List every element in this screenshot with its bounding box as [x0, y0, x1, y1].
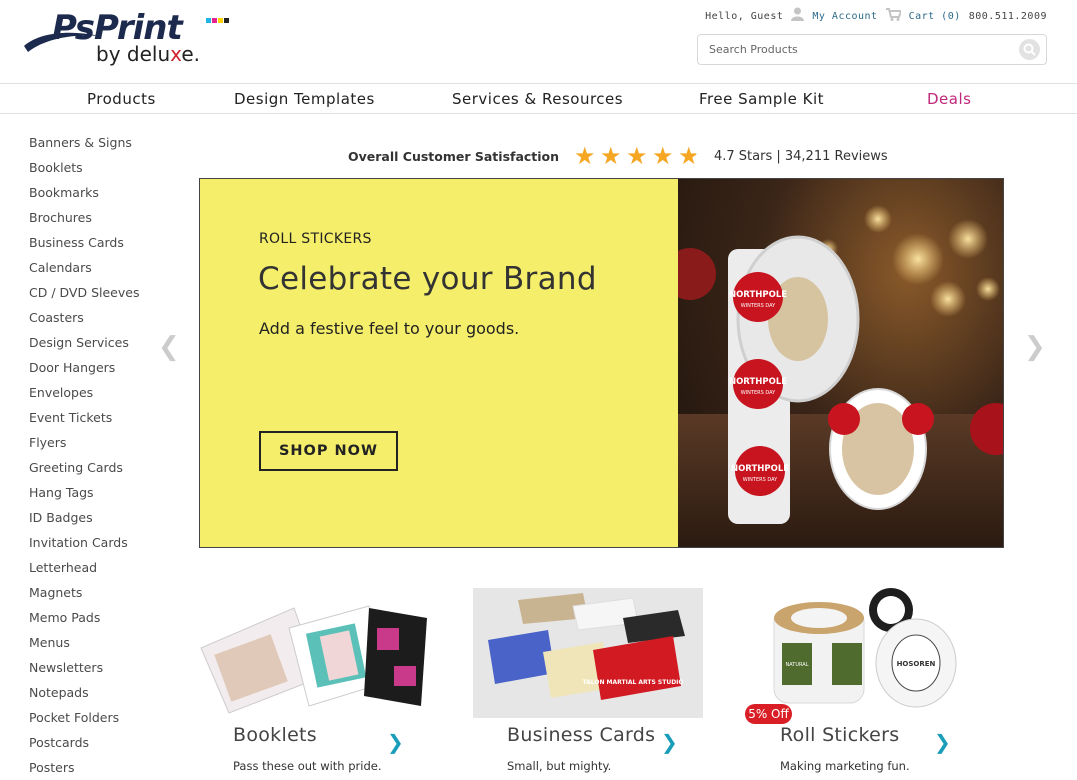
chevron-right-icon[interactable]: ❯	[661, 730, 678, 754]
sidebar-item-postcards[interactable]: Postcards	[29, 734, 139, 759]
product-name[interactable]: Booklets	[233, 724, 317, 746]
main-nav: Products Design Templates Services & Res…	[0, 83, 1077, 114]
sidebar-item-hang-tags[interactable]: Hang Tags	[29, 484, 139, 509]
psprint-logo[interactable]: PsPrint by deluxe.	[22, 8, 232, 70]
search-box	[697, 34, 1047, 65]
utility-bar: Hello, Guest My Account Cart (0) 800.511…	[705, 7, 1047, 25]
product-tagline: Pass these out with pride.	[233, 759, 382, 773]
sidebar-item-letterhead[interactable]: Letterhead	[29, 559, 139, 584]
hero-headline: Celebrate your Brand	[258, 261, 597, 297]
sidebar-item-newsletters[interactable]: Newsletters	[29, 659, 139, 684]
category-sidebar: Banners & Signs Booklets Bookmarks Broch…	[29, 134, 139, 780]
cart-icon[interactable]	[885, 7, 902, 25]
sidebar-item-id-badges[interactable]: ID Badges	[29, 509, 139, 534]
business-cards-image: TALON MARTIAL ARTS STUDIO	[473, 588, 703, 718]
nav-products[interactable]: Products	[87, 90, 156, 108]
roll-stickers-image: NATURAL HOSOREN	[746, 588, 976, 718]
sidebar-item-banners-signs[interactable]: Banners & Signs	[29, 134, 139, 159]
card-text: TALON MARTIAL ARTS STUDIO	[582, 679, 683, 686]
customer-rating: Overall Customer Satisfaction ★ ★ ★ ★ ★ 4.7 …	[348, 144, 888, 168]
chevron-right-icon[interactable]: ❯	[1024, 332, 1046, 362]
sidebar-item-calendars[interactable]: Calendars	[29, 259, 139, 284]
hero-eyebrow: ROLL STICKERS	[259, 231, 372, 247]
search-input[interactable]	[698, 35, 998, 64]
star-icon: ★	[652, 144, 678, 168]
chevron-right-icon[interactable]: ❯	[387, 730, 404, 754]
search-icon	[1023, 43, 1036, 56]
sidebar-item-design-services[interactable]: Design Services	[29, 334, 139, 359]
nav-design-templates[interactable]: Design Templates	[234, 90, 375, 108]
chevron-left-icon[interactable]: ❮	[158, 332, 180, 362]
sticker-subtext: WINTERS DAY	[741, 303, 776, 309]
star-icon: ★	[678, 144, 704, 168]
logo-byline: by deluxe.	[96, 42, 201, 66]
sidebar-item-invitation-cards[interactable]: Invitation Cards	[29, 534, 139, 559]
my-account-link[interactable]: My Account	[812, 11, 877, 22]
sidebar-item-door-hangers[interactable]: Door Hangers	[29, 359, 139, 384]
search-button[interactable]	[1019, 39, 1040, 60]
sticker-subtext: WINTERS DAY	[743, 477, 778, 483]
sidebar-item-greeting-cards[interactable]: Greeting Cards	[29, 459, 139, 484]
card-text: NATURAL	[786, 662, 809, 668]
hero-text-panel: ROLL STICKERS Celebrate your Brand Add a…	[200, 179, 678, 547]
star-icon: ★	[600, 144, 626, 168]
sidebar-item-envelopes[interactable]: Envelopes	[29, 384, 139, 409]
star-icon: ★	[574, 144, 600, 168]
sidebar-item-booklets[interactable]: Booklets	[29, 159, 139, 184]
sidebar-item-cd-dvd-sleeves[interactable]: CD / DVD Sleeves	[29, 284, 139, 309]
sidebar-item-magnets[interactable]: Magnets	[29, 584, 139, 609]
chevron-right-icon[interactable]: ❯	[934, 730, 951, 754]
hero-banner[interactable]: ROLL STICKERS Celebrate your Brand Add a…	[199, 178, 1004, 548]
sidebar-item-brochures[interactable]: Brochures	[29, 209, 139, 234]
product-tagline: Small, but mighty.	[507, 759, 612, 773]
hero-subtext: Add a festive feel to your goods.	[259, 319, 520, 338]
sidebar-item-bookmarks[interactable]: Bookmarks	[29, 184, 139, 209]
logo-cmyk-mark	[206, 18, 229, 23]
product-name[interactable]: Business Cards	[507, 724, 655, 746]
card-text: HOSOREN	[897, 660, 936, 668]
sidebar-item-pocket-folders[interactable]: Pocket Folders	[29, 709, 139, 734]
phone-number: 800.511.2009	[968, 10, 1047, 22]
sidebar-item-menus[interactable]: Menus	[29, 634, 139, 659]
sidebar-item-event-tickets[interactable]: Event Tickets	[29, 409, 139, 434]
sticker-subtext: WINTERS DAY	[741, 390, 776, 396]
star-rating[interactable]: ★ ★ ★ ★ ★	[574, 144, 714, 168]
shop-now-button[interactable]: SHOP NOW	[259, 431, 398, 471]
sidebar-item-flyers[interactable]: Flyers	[29, 434, 139, 459]
booklets-image	[199, 588, 429, 718]
nav-deals[interactable]: Deals	[927, 90, 971, 108]
product-tagline: Making marketing fun.	[780, 759, 910, 773]
nav-free-sample-kit[interactable]: Free Sample Kit	[699, 90, 824, 108]
sidebar-item-memo-pads[interactable]: Memo Pads	[29, 609, 139, 634]
sticker-text: NORTHPOLE	[729, 377, 787, 387]
rating-summary[interactable]: 4.7 Stars | 34,211 Reviews	[714, 149, 888, 164]
sidebar-item-coasters[interactable]: Coasters	[29, 309, 139, 334]
greeting-text: Hello, Guest	[705, 10, 784, 22]
nav-services-resources[interactable]: Services & Resources	[452, 90, 623, 108]
discount-badge: 5% Off	[745, 704, 792, 724]
sidebar-item-business-cards[interactable]: Business Cards	[29, 234, 139, 259]
product-name[interactable]: Roll Stickers	[780, 724, 899, 746]
cart-link[interactable]: Cart (0)	[909, 11, 961, 22]
rating-label: Overall Customer Satisfaction	[348, 148, 560, 164]
sticker-text: NORTHPOLE	[729, 290, 787, 300]
star-icon: ★	[626, 144, 652, 168]
sidebar-item-notepads[interactable]: Notepads	[29, 684, 139, 709]
sticker-text: NORTHPOLE	[731, 464, 789, 474]
user-icon[interactable]	[791, 7, 805, 25]
sidebar-item-posters[interactable]: Posters	[29, 759, 139, 780]
hero-image-roll-stickers: NORTHPOLE NORTHPOLE NORTHPOLE WINTERS DA…	[664, 179, 1003, 547]
